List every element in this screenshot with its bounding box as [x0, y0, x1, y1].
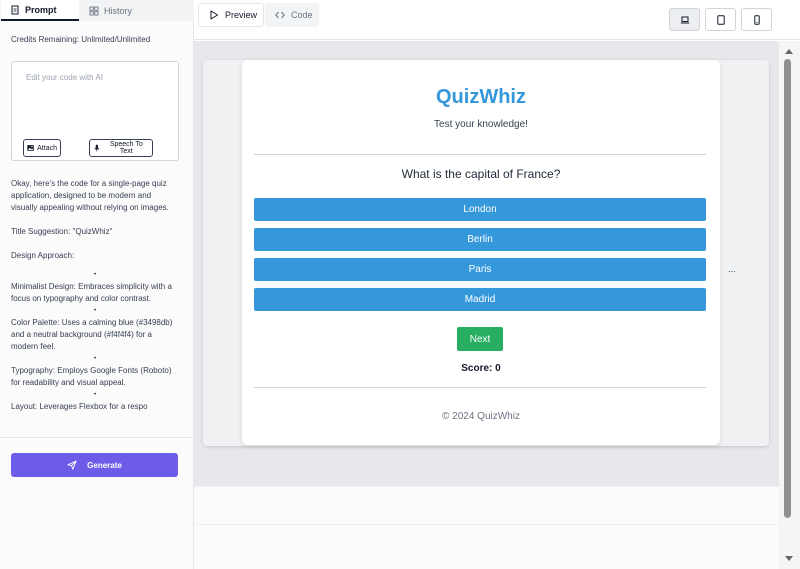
ai-editor-box: Attach Speech To Text	[11, 61, 179, 161]
credits-remaining: Credits Remaining: Unlimited/Unlimited	[11, 35, 151, 44]
quiz-card: QuizWhiz Test your knowledge! What is th…	[242, 60, 720, 445]
laptop-icon	[680, 16, 689, 23]
laptop-view-button[interactable]	[669, 8, 700, 31]
preview-canvas: QuizWhiz Test your knowledge! What is th…	[203, 60, 769, 446]
phone-view-button[interactable]	[741, 8, 772, 31]
attach-label: Attach	[37, 144, 57, 152]
speech-to-text-button[interactable]: Speech To Text	[89, 139, 153, 157]
tablet-view-button[interactable]	[705, 8, 736, 31]
chat-item: Layout: Leverages Flexbox for a respo	[11, 402, 148, 411]
tab-prompt-label: Prompt	[25, 4, 57, 15]
answer-option[interactable]: London	[254, 198, 706, 221]
generate-button[interactable]: Generate	[11, 453, 178, 477]
code-tab[interactable]: Code	[265, 3, 319, 27]
vertical-scrollbar[interactable]	[779, 41, 800, 569]
answer-option[interactable]: Madrid	[254, 288, 706, 311]
tab-history-label: History	[104, 5, 133, 16]
panel-tabs: Prompt History	[0, 0, 194, 21]
left-panel: Prompt History Credits Remaining: Unlimi…	[0, 0, 194, 569]
grid-icon	[89, 6, 99, 15]
bullet-marker: •	[93, 308, 97, 314]
phone-icon	[753, 14, 760, 25]
chat-item: Color Palette: Uses a calming blue (#349…	[11, 318, 173, 351]
chat-title-suggestion: Title Suggestion: "QuizWhiz"	[11, 227, 113, 236]
quiz-title: QuizWhiz	[436, 86, 526, 108]
chat-response: Okay, here's the code for a single-page …	[11, 178, 179, 413]
divider	[254, 387, 706, 388]
scrollbar-thumb[interactable]	[784, 59, 791, 518]
score-display: Score: 0	[461, 363, 501, 374]
bullet-marker: •	[93, 392, 97, 398]
divider	[0, 437, 193, 438]
code-label: Code	[291, 10, 313, 20]
chat-design-approach: Design Approach:	[11, 251, 75, 260]
tab-prompt[interactable]: Prompt	[1, 0, 79, 21]
divider	[194, 524, 779, 525]
preview-area: QuizWhiz Test your knowledge! What is th…	[194, 41, 779, 486]
ai-edit-input[interactable]	[12, 62, 178, 132]
quiz-question: What is the capital of France?	[401, 167, 561, 181]
code-icon	[275, 11, 285, 19]
divider	[254, 154, 706, 155]
preview-tab[interactable]: Preview	[198, 3, 264, 27]
quiz-footer: © 2024 QuizWhiz	[442, 411, 520, 422]
image-icon	[27, 145, 34, 151]
attach-button[interactable]: Attach	[23, 139, 61, 157]
preview-toolbar: Preview Code	[194, 0, 800, 40]
preview-bottom-area	[194, 486, 779, 569]
scroll-up-arrow-icon[interactable]	[785, 49, 793, 54]
document-icon	[11, 5, 19, 14]
answer-option[interactable]: Berlin	[254, 228, 706, 251]
speech-label: Speech To Text	[109, 141, 143, 155]
generate-label: Generate	[87, 460, 122, 470]
preview-label: Preview	[225, 10, 258, 20]
chat-item: Typography: Employs Google Fonts (Roboto…	[11, 366, 172, 387]
next-button[interactable]: Next	[457, 327, 503, 351]
play-icon	[210, 10, 218, 20]
chat-intro: Okay, here's the code for a single-page …	[11, 179, 169, 212]
bullet-marker: •	[93, 272, 97, 278]
quiz-subtitle: Test your knowledge!	[434, 119, 528, 130]
overflow-indicator: ...	[728, 264, 736, 274]
tablet-icon	[716, 14, 725, 25]
microphone-icon	[94, 144, 100, 152]
scroll-down-arrow-icon[interactable]	[785, 556, 793, 561]
answer-option[interactable]: Paris	[254, 258, 706, 281]
tab-history[interactable]: History	[80, 0, 170, 21]
bullet-marker: •	[93, 356, 97, 362]
send-icon	[67, 460, 77, 470]
chat-item: Minimalist Design: Embraces simplicity w…	[11, 282, 172, 303]
